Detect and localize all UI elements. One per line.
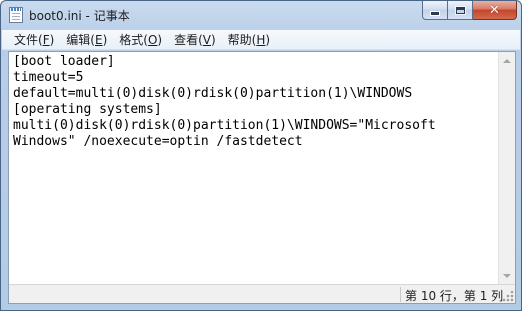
- menu-edit[interactable]: 编辑(E): [60, 31, 113, 49]
- resize-grip-icon[interactable]: [503, 291, 514, 302]
- menu-bar: 文件(F) 编辑(E) 格式(O) 查看(V) 帮助(H): [2, 30, 520, 50]
- minimize-icon: [430, 10, 440, 16]
- caption-buttons: ✕: [422, 1, 517, 21]
- close-button[interactable]: ✕: [473, 1, 517, 20]
- menu-view[interactable]: 查看(V): [168, 31, 222, 49]
- menu-format[interactable]: 格式(O): [113, 31, 168, 49]
- maximize-button[interactable]: [448, 1, 473, 20]
- scroll-down-button[interactable]: [499, 267, 515, 284]
- notepad-icon[interactable]: [9, 7, 23, 23]
- notepad-window: boot0.ini - 记事本 ✕ 文件(F) 编辑(E) 格式(O) 查看(V…: [0, 0, 522, 311]
- minimize-button[interactable]: [422, 1, 448, 20]
- cursor-position: 第 10 行，第 1 列: [405, 289, 504, 303]
- close-icon: ✕: [489, 2, 500, 18]
- status-bar: 第 10 行，第 1 列: [9, 284, 515, 303]
- arrow-up-icon: [503, 58, 511, 63]
- maximize-icon: [454, 5, 466, 15]
- vertical-scrollbar[interactable]: [498, 52, 515, 284]
- text-editor[interactable]: [boot loader] timeout=5 default=multi(0)…: [13, 54, 493, 284]
- status-divider: [400, 287, 401, 302]
- menu-help[interactable]: 帮助(H): [222, 31, 276, 49]
- window-title: boot0.ini - 记事本: [29, 9, 130, 23]
- arrow-down-icon: [503, 273, 511, 278]
- title-bar[interactable]: boot0.ini - 记事本 ✕: [1, 1, 521, 29]
- editor-area: [boot loader] timeout=5 default=multi(0)…: [8, 51, 516, 304]
- scroll-up-button[interactable]: [499, 52, 515, 69]
- menu-file[interactable]: 文件(F): [8, 31, 60, 49]
